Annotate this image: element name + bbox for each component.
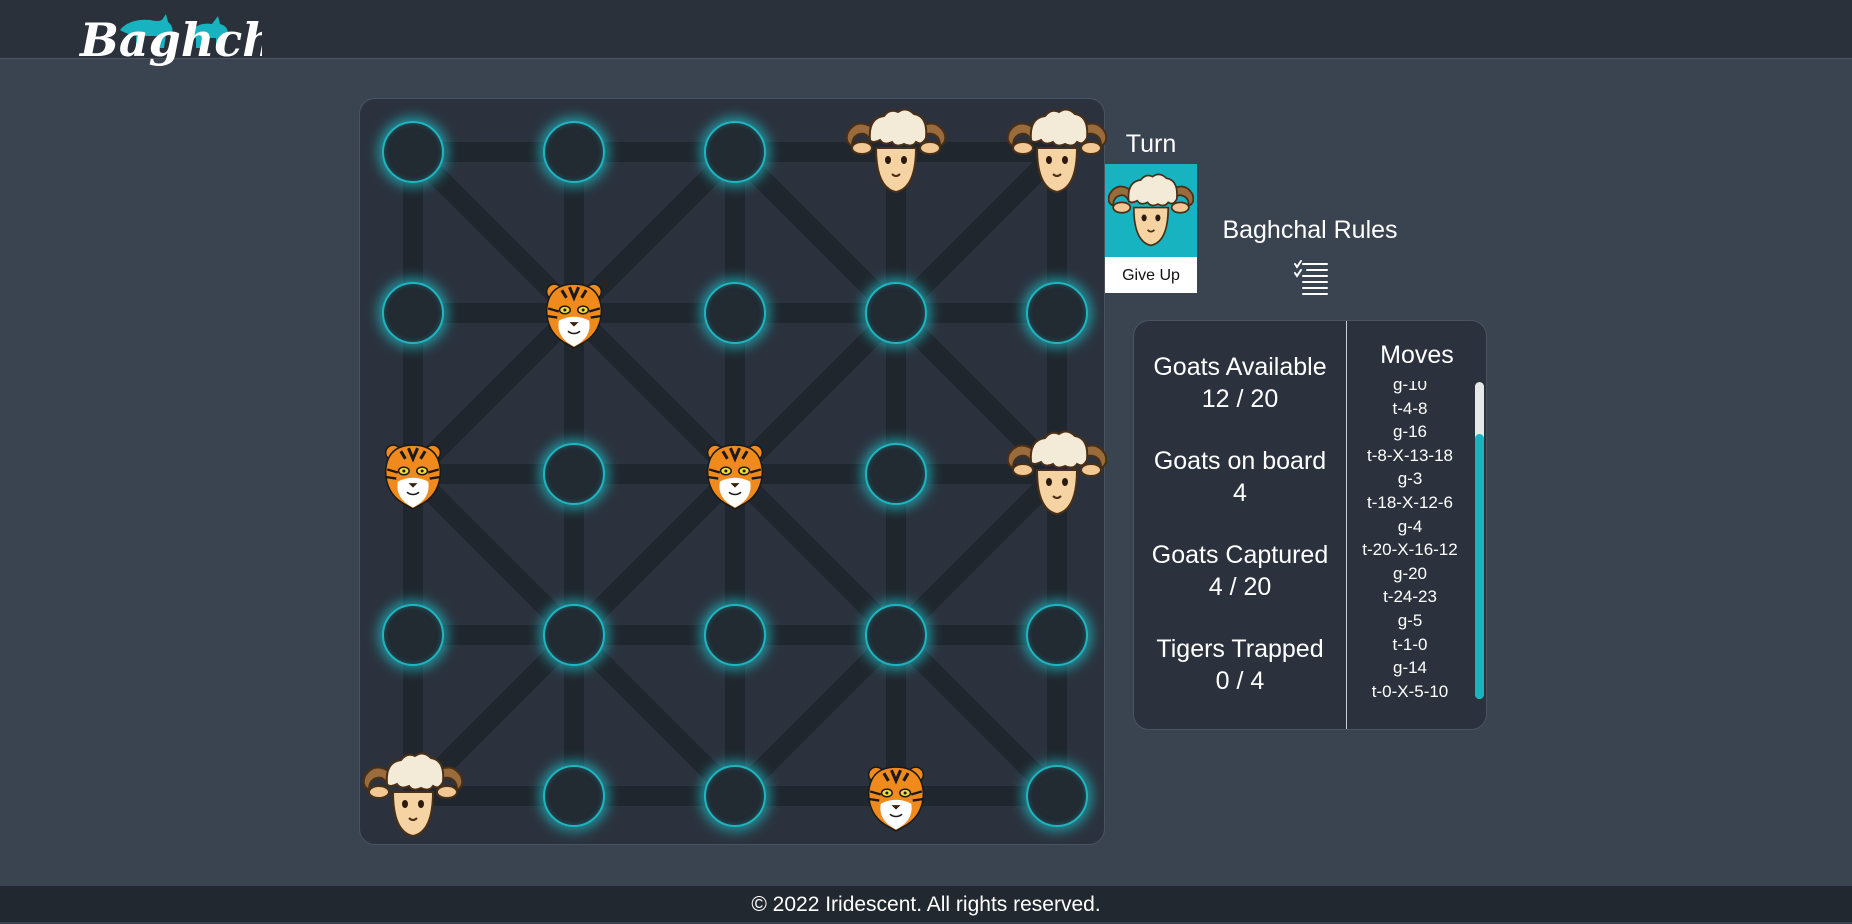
move-entry: t-1-0	[1392, 634, 1428, 654]
rules-link[interactable]: Baghchal Rules	[1220, 216, 1400, 245]
board-point[interactable]	[543, 121, 605, 183]
give-up-button[interactable]: Give Up	[1105, 257, 1197, 293]
goats-captured-value: 4 / 20	[1208, 573, 1272, 601]
stats-panel: Goats Available 12 / 20 Goats on board 4…	[1133, 320, 1487, 730]
board-point[interactable]	[382, 282, 444, 344]
board-point[interactable]	[543, 604, 605, 666]
board-point[interactable]	[382, 121, 444, 183]
goats-available-value: 12 / 20	[1201, 385, 1279, 413]
board-point[interactable]	[865, 443, 927, 505]
board-point[interactable]	[382, 604, 444, 666]
current-turn-goat-icon	[1105, 164, 1197, 257]
board-point[interactable]	[543, 765, 605, 827]
board-point[interactable]	[704, 282, 766, 344]
move-entry: t-0-X-5-10	[1371, 681, 1449, 701]
goats-captured: Goats Captured 4 / 20	[1134, 539, 1346, 603]
tiger-icon[interactable]	[846, 746, 946, 846]
game-board	[359, 98, 1105, 845]
turn-label: Turn	[1125, 130, 1177, 158]
tiger-icon[interactable]	[524, 263, 624, 363]
goat-icon[interactable]	[363, 746, 463, 846]
turn-card: Give Up	[1105, 164, 1197, 293]
goats-available-label: Goats Available	[1153, 353, 1327, 381]
board-point[interactable]	[865, 604, 927, 666]
moves-scrollbar-thumb[interactable]	[1475, 434, 1484, 699]
svg-text:Baghchal: Baghchal	[78, 13, 262, 67]
goats-captured-label: Goats Captured	[1151, 541, 1329, 569]
goats-on-board-value: 4	[1233, 479, 1247, 507]
move-entry: t-20-X-16-12	[1362, 540, 1458, 560]
board-point[interactable]	[1026, 282, 1088, 344]
move-entry: t-4-8	[1392, 398, 1428, 418]
board-point[interactable]	[704, 121, 766, 183]
board-point[interactable]	[704, 765, 766, 827]
tigers-trapped-value: 0 / 4	[1215, 667, 1265, 695]
stats-summary: Goats Available 12 / 20 Goats on board 4…	[1134, 321, 1346, 729]
board-point[interactable]	[865, 282, 927, 344]
tigers-trapped: Tigers Trapped 0 / 4	[1134, 633, 1346, 697]
goats-available: Goats Available 12 / 20	[1134, 351, 1346, 415]
goats-on-board: Goats on board 4	[1134, 445, 1346, 509]
move-entry: t-8-X-13-18	[1367, 445, 1453, 465]
checklist-icon[interactable]	[1293, 258, 1329, 296]
tigers-trapped-label: Tigers Trapped	[1156, 635, 1324, 663]
goat-icon[interactable]	[1007, 424, 1107, 524]
moves-scrollbar[interactable]	[1475, 382, 1484, 699]
baghchal-logo[interactable]: Baghchal	[78, 0, 262, 80]
move-entry: g-16	[1392, 422, 1428, 442]
goat-icon[interactable]	[1007, 102, 1107, 202]
goat-icon[interactable]	[846, 102, 946, 202]
move-entry: g-3	[1397, 469, 1423, 489]
board-point[interactable]	[1026, 604, 1088, 666]
move-entry: g-10	[1392, 381, 1428, 394]
move-entry: g-20	[1392, 563, 1428, 583]
moves-title: Moves	[1380, 341, 1454, 369]
goats-on-board-label: Goats on board	[1153, 447, 1327, 475]
board-point[interactable]	[1026, 765, 1088, 827]
move-entry: t-24-23	[1383, 587, 1437, 607]
footer: © 2022 Iridescent. All rights reserved.	[0, 886, 1852, 922]
tiger-icon[interactable]	[685, 424, 785, 524]
board-point[interactable]	[704, 604, 766, 666]
move-entry: g-14	[1392, 658, 1428, 678]
moves-list[interactable]: g-10 t-4-8 g-16 t-8-X-13-18 g-3 t-18-X-12-6 g-…	[1347, 381, 1473, 716]
tiger-icon[interactable]	[363, 424, 463, 524]
move-entry: t-18-X-12-6	[1367, 492, 1453, 512]
board-point[interactable]	[543, 443, 605, 505]
move-entry: g-4	[1397, 516, 1423, 536]
header-bar: Baghchal	[0, 0, 1852, 67]
move-entry: g-5	[1397, 610, 1423, 630]
